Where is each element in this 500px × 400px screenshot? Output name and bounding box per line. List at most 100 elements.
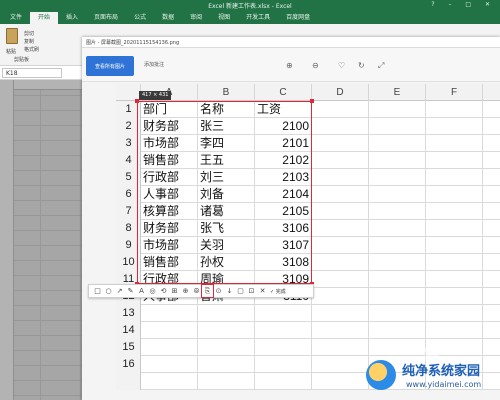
ribbon-tab[interactable]: 视图 [210, 12, 238, 24]
viewer-title-bar: 图片 - 屏幕截图_20201115154136.png [82, 37, 500, 48]
row-header: 9 [125, 239, 132, 251]
annotation-tool-icon[interactable]: ⦾ [191, 285, 202, 297]
salary-cell: 2104 [282, 187, 309, 201]
captured-column-header: ABCDEF [116, 84, 500, 101]
row-header: 10 [122, 256, 135, 268]
watermark-site-name: 纯净系统家园 [402, 364, 481, 379]
row-header: 16 [122, 358, 135, 370]
department-cell: 财务部 [143, 119, 180, 133]
salary-cell: 3106 [282, 221, 309, 235]
ribbon-tab[interactable]: 百度网盘 [278, 12, 318, 24]
annotation-tool-icon[interactable]: ⊡ [246, 285, 257, 297]
paste-icon[interactable] [6, 28, 18, 44]
selection-size-label: 417 × 431 [139, 91, 172, 100]
salary-cell: 2102 [282, 153, 309, 167]
annotation-tool-icon[interactable]: ✕ [257, 285, 268, 297]
ribbon-tab[interactable]: 公式 [126, 12, 154, 24]
row-header: 7 [125, 205, 132, 217]
row-header: 5 [125, 171, 132, 183]
ribbon-tab[interactable]: 文件 [2, 12, 30, 24]
site-watermark: 纯净系统家园 www.yidaimei.com [362, 352, 500, 400]
annotation-tool-icon[interactable]: ▢ [235, 285, 246, 297]
row-header: 14 [122, 324, 135, 336]
column-header-f: F [426, 84, 483, 101]
row-header: 8 [125, 222, 132, 234]
name-cell: 刘三 [200, 170, 225, 184]
fullscreen-icon[interactable]: ⤢ [378, 61, 384, 71]
department-cell: 销售部 [143, 255, 180, 269]
department-cell: 市场部 [143, 238, 180, 252]
row-header: 6 [125, 188, 132, 200]
salary-cell: 3107 [282, 238, 309, 252]
column-header-b: B [198, 84, 255, 101]
department-cell: 市场部 [143, 136, 180, 150]
salary-cell: 2101 [282, 136, 309, 150]
zoom-in-icon[interactable]: ⊕ [286, 61, 293, 70]
row-header: 4 [125, 154, 132, 166]
department-cell: 行政部 [143, 170, 180, 184]
paste-label: 粘贴 [6, 49, 17, 55]
ribbon-tab[interactable]: 审阅 [182, 12, 210, 24]
name-box[interactable]: K18 [2, 68, 62, 78]
department-cell: 人事部 [143, 187, 180, 201]
annotation-toolbar: □ ○ ↗ ✎ A ◎ ⟲ ⊞ ⊕ ⦾ ⎘ ⊙ ↓ ▢ ⊡ ✕ ✓ 完成 [88, 284, 314, 298]
favorite-icon[interactable]: ♡ [338, 61, 345, 70]
rotate-icon[interactable]: ↻ [358, 61, 365, 70]
open-all-images-button[interactable]: 查看所有图片 [86, 56, 134, 76]
header-cell: 名称 [200, 102, 225, 116]
copy-button[interactable]: 复制 [24, 38, 34, 45]
annotation-tool-icon[interactable]: ↓ [224, 285, 235, 297]
salary-cell: 2100 [282, 119, 309, 133]
annotation-tool-icon[interactable]: ✎ [125, 285, 136, 297]
annotation-tool-icon[interactable]: ⟲ [158, 285, 169, 297]
column-header-c: C [255, 84, 312, 101]
column-header-e: E [369, 84, 426, 101]
annotation-tool-icon[interactable]: □ [92, 285, 103, 297]
excel-title-bar: Excel 新建工作表.xlsx - Excel ? – □ ✕ [0, 0, 500, 12]
ribbon-tab[interactable]: 页面布局 [86, 12, 126, 24]
annotation-tool-icon[interactable]: A [136, 285, 147, 297]
annotation-tool-icon[interactable]: ⊕ [180, 285, 191, 297]
annotation-tool-icon[interactable]: ⎘ [201, 284, 214, 298]
cut-button[interactable]: 剪切 [24, 30, 34, 37]
add-annotation-button[interactable]: 添加批注 [144, 61, 164, 68]
zoom-out-icon[interactable]: ⊖ [312, 61, 319, 70]
selection-handle-top-left[interactable] [135, 99, 139, 103]
viewer-title: 图片 - 屏幕截图_20201115154136.png [86, 40, 180, 46]
clipboard-group-label: 剪贴板 [14, 57, 30, 63]
row-header: 1 [125, 103, 132, 115]
ribbon-tab[interactable]: 开发工具 [238, 12, 278, 24]
header-cell: 工资 [257, 102, 282, 116]
done-button[interactable]: ✓ 完成 [270, 288, 286, 295]
background-row-header [0, 80, 14, 400]
salary-cell: 3108 [282, 255, 309, 269]
name-cell: 张飞 [200, 221, 225, 235]
name-cell: 李四 [200, 136, 225, 150]
annotation-tool-icon[interactable]: ⊙ [213, 285, 224, 297]
annotation-tool-icon[interactable]: ○ [103, 285, 114, 297]
window-controls[interactable]: ? – □ ✕ [431, 1, 496, 8]
ribbon-tab[interactable]: 插入 [58, 12, 86, 24]
department-cell: 核算部 [143, 204, 180, 218]
salary-cell: 2105 [282, 204, 309, 218]
format-painter-button[interactable]: 格式刷 [24, 46, 39, 53]
row-header: 13 [122, 307, 135, 319]
department-cell: 财务部 [143, 221, 180, 235]
annotation-tool-icon[interactable]: ◎ [147, 285, 158, 297]
ribbon-tab[interactable]: 开始 [30, 12, 59, 24]
column-header-d: D [312, 84, 369, 101]
excel-window-title: Excel 新建工作表.xlsx - Excel [208, 3, 292, 10]
annotation-tool-icon[interactable]: ⊞ [169, 285, 180, 297]
salary-cell: 2103 [282, 170, 309, 184]
name-cell: 诸葛 [200, 204, 225, 218]
viewer-toolbar: 查看所有图片 添加批注 ⊕ ⊖ ♡ ↻ ⤢ [82, 48, 500, 82]
selection-handle-top-right[interactable] [310, 99, 314, 103]
site-logo-icon [366, 360, 396, 390]
annotation-tool-icon[interactable]: ↗ [114, 285, 125, 297]
name-cell: 张三 [200, 119, 225, 133]
captured-row-header: 12345678910111213141516 [116, 101, 141, 390]
ribbon-tab[interactable]: 数据 [154, 12, 182, 24]
row-header: 3 [125, 137, 132, 149]
department-cell: 销售部 [143, 153, 180, 167]
watermark-url: www.yidaimei.com [406, 380, 482, 389]
